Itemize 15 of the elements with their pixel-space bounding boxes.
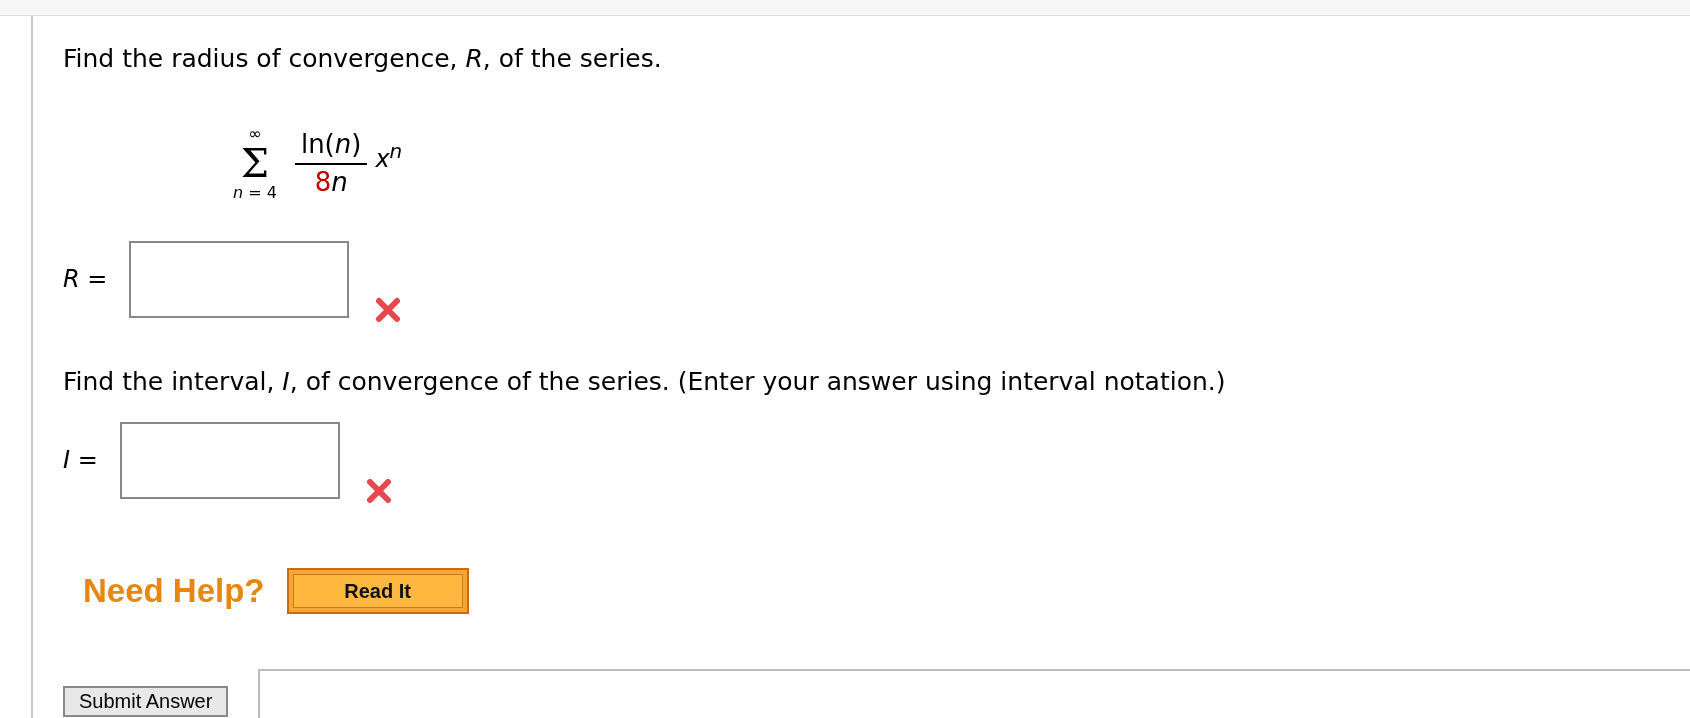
answer-label: I = — [63, 446, 99, 474]
help-label: Need Help? — [83, 572, 265, 610]
denominator: 8n — [314, 166, 348, 197]
sigma-symbol: Σ — [240, 143, 270, 183]
lower-limit: n = 4 — [233, 183, 277, 202]
read-it-button[interactable]: Read It — [286, 568, 469, 614]
answer-field[interactable] — [120, 421, 340, 499]
answer-label: R = — [63, 265, 109, 293]
question-text: Find the radius of convergence, R, of the series. — [63, 44, 663, 73]
numerator: ln(n) — [294, 129, 368, 165]
upper-limit: ∞ — [248, 124, 262, 143]
answer-field[interactable] — [129, 240, 349, 318]
submit-button[interactable]: Submit Answer — [63, 686, 229, 717]
power-term: x$^{n}$ — [375, 139, 403, 173]
question-text: Find the interval, I, of convergence of the series. (Enter your answer using interval notation.) — [63, 367, 1227, 396]
